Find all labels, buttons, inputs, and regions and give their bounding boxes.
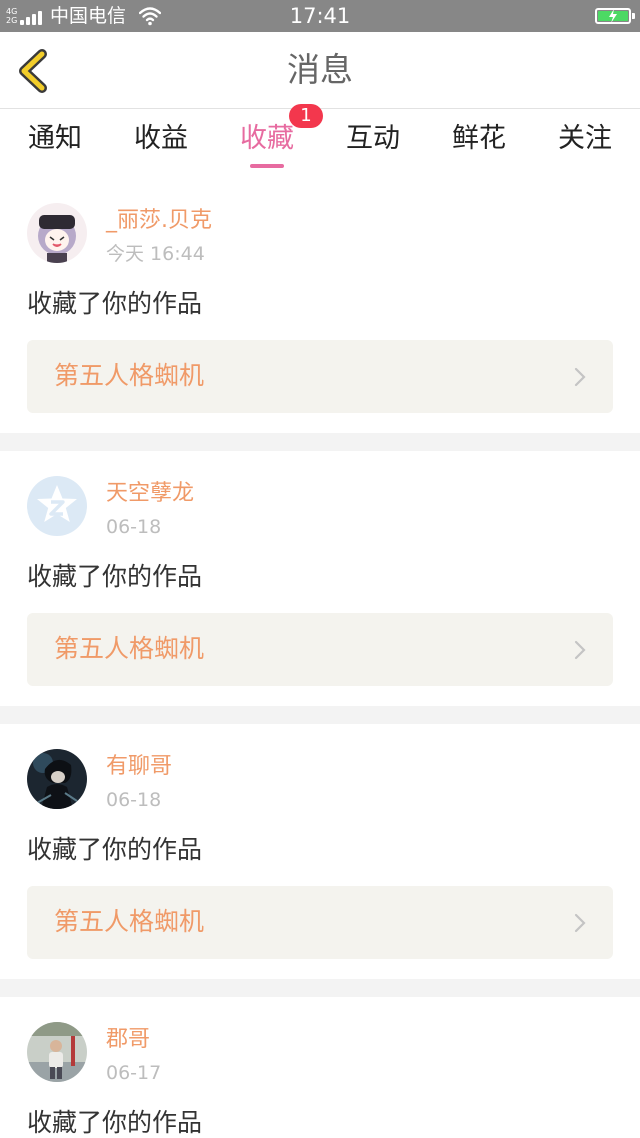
list-item: 天空孽龙 06-18 收藏了你的作品 第五人格蜘机 [0, 451, 640, 706]
username[interactable]: 郡哥 [106, 1026, 150, 1054]
timestamp: 今天 16:44 [106, 243, 205, 265]
chevron-right-icon [574, 913, 586, 933]
chevron-right-icon [574, 367, 586, 387]
timestamp: 06-17 [106, 1062, 162, 1084]
avatar[interactable] [27, 476, 87, 536]
timestamp: 06-18 [106, 789, 162, 811]
tab-interactions[interactable]: 互动 [328, 122, 418, 156]
tab-flowers[interactable]: 鲜花 [434, 122, 524, 156]
username[interactable]: 有聊哥 [106, 753, 172, 781]
tab-earnings[interactable]: 收益 [116, 122, 206, 156]
tab-bar: 通知 收益 收藏 1 互动 鲜花 关注 [0, 104, 640, 178]
unread-badge: 1 [289, 104, 323, 128]
action-text: 收藏了你的作品 [27, 562, 203, 591]
nav-header: 消息 [0, 32, 640, 109]
tab-notifications[interactable]: 通知 [10, 122, 100, 156]
tab-following[interactable]: 关注 [540, 122, 630, 156]
list-item: 郡哥 06-17 收藏了你的作品 [0, 997, 640, 1138]
username[interactable]: _丽莎.贝克 [106, 207, 212, 235]
list-item: 有聊哥 06-18 收藏了你的作品 第五人格蜘机 [0, 724, 640, 979]
timestamp: 06-18 [106, 516, 162, 538]
username[interactable]: 天空孽龙 [106, 480, 194, 508]
active-tab-indicator [250, 164, 284, 168]
status-bar: 4G 2G 中国电信 17:41 [0, 0, 640, 32]
work-link[interactable]: 第五人格蜘机 [27, 340, 613, 413]
work-link[interactable]: 第五人格蜘机 [27, 613, 613, 686]
chevron-right-icon [574, 640, 586, 660]
action-text: 收藏了你的作品 [27, 289, 203, 318]
avatar[interactable] [27, 203, 87, 263]
work-title: 第五人格蜘机 [54, 361, 205, 390]
work-title: 第五人格蜘机 [54, 634, 205, 663]
section-divider [0, 433, 640, 451]
list-item: _丽莎.贝克 今天 16:44 收藏了你的作品 第五人格蜘机 [0, 178, 640, 433]
action-text: 收藏了你的作品 [27, 835, 203, 864]
charging-bolt-icon [609, 9, 617, 23]
work-link[interactable]: 第五人格蜘机 [27, 886, 613, 959]
work-title: 第五人格蜘机 [54, 907, 205, 936]
avatar[interactable] [27, 749, 87, 809]
section-divider [0, 706, 640, 724]
avatar[interactable] [27, 1022, 87, 1082]
battery-icon [595, 8, 635, 24]
page-title: 消息 [287, 50, 353, 89]
clock: 17:41 [289, 4, 351, 28]
action-text: 收藏了你的作品 [27, 1108, 203, 1137]
section-divider [0, 979, 640, 997]
